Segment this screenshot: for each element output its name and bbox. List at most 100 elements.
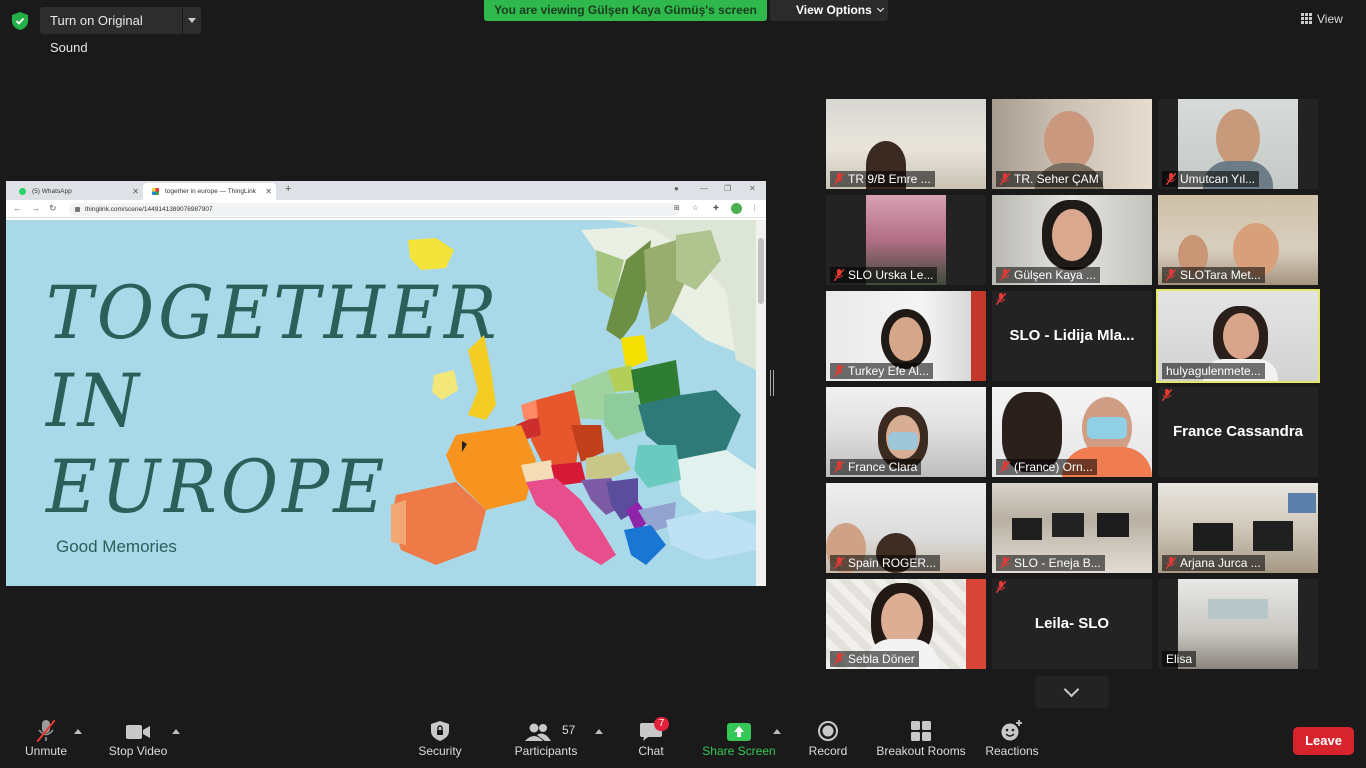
share-screen-button[interactable]: Share Screen xyxy=(700,714,778,768)
participant-tile[interactable]: Spain ROGER... xyxy=(826,483,986,573)
view-options-label: View Options xyxy=(796,3,872,17)
shared-screen[interactable]: (5) WhatsApp ✕ together in europe — Thin… xyxy=(6,181,766,586)
window-close-icon[interactable]: ✕ xyxy=(749,184,756,193)
participant-name: Gülşen Kaya ... xyxy=(996,267,1101,283)
extensions-icon[interactable]: ✚ xyxy=(713,204,719,212)
whatsapp-icon xyxy=(19,188,26,195)
muted-mic-icon xyxy=(1166,557,1176,569)
participant-name: hulyagulenmete... xyxy=(1162,363,1265,379)
audio-options-caret[interactable] xyxy=(74,729,82,734)
europe-map-image[interactable] xyxy=(376,220,756,586)
bookmark-star-icon[interactable]: ☆ xyxy=(692,204,698,212)
share-options-caret[interactable] xyxy=(773,729,781,734)
page-scrollbar[interactable] xyxy=(756,220,766,586)
reload-icon[interactable]: ↻ xyxy=(49,203,57,214)
encryption-shield-icon[interactable] xyxy=(12,12,28,30)
tab-label: (5) WhatsApp xyxy=(32,188,72,195)
view-button[interactable]: View xyxy=(1301,8,1357,30)
muted-mic-icon xyxy=(834,269,844,281)
participants-label: Participants xyxy=(514,744,578,758)
participant-name: Leila- SLO xyxy=(1034,615,1110,632)
breakout-rooms-button[interactable]: Breakout Rooms xyxy=(874,714,968,768)
browser-address-bar: ← → ↻ thinglink.com/scene/14491413890769… xyxy=(6,200,766,218)
lock-icon xyxy=(75,207,80,212)
profile-avatar-icon[interactable] xyxy=(731,203,742,214)
participant-name: Umutcan Yıl... xyxy=(1162,171,1260,187)
participant-tile[interactable]: TR. Seher ÇAM xyxy=(992,99,1152,189)
chat-label: Chat xyxy=(638,744,664,758)
profile-icon[interactable]: ● xyxy=(674,184,679,193)
participant-name: Spain ROGER... xyxy=(830,555,941,571)
muted-mic-icon xyxy=(1166,173,1176,185)
participant-tile[interactable]: SLO Urska Le... xyxy=(826,195,986,285)
muted-mic-icon xyxy=(36,719,56,743)
participant-name: Sebla Döner xyxy=(830,651,919,667)
video-camera-icon xyxy=(126,725,150,739)
new-tab-icon[interactable]: + xyxy=(285,183,291,195)
participant-name: TR 9/B Emre ... xyxy=(830,171,935,187)
muted-mic-icon xyxy=(834,461,844,473)
participant-name: SLO - Eneja B... xyxy=(996,555,1105,571)
forward-icon[interactable]: → xyxy=(31,203,40,213)
kebab-menu-icon[interactable]: ⋮ xyxy=(751,204,758,212)
leave-button[interactable]: Leave xyxy=(1293,727,1354,755)
participant-tile[interactable]: Arjana Jurca ... xyxy=(1158,483,1318,573)
record-button[interactable]: Record xyxy=(802,714,854,768)
translate-icon[interactable]: ⊞ xyxy=(674,204,680,212)
share-screen-label: Share Screen xyxy=(702,744,776,758)
participant-tile[interactable]: Umutcan Yıl... xyxy=(1158,99,1318,189)
url-text: thinglink.com/scene/1449141389076987907 xyxy=(85,206,213,213)
gallery-next-page-button[interactable] xyxy=(1035,676,1109,708)
participant-tile-no-video[interactable]: France Cassandra xyxy=(1158,387,1318,477)
participant-tile-no-video[interactable]: SLO - Lidija Mla... xyxy=(992,291,1152,381)
muted-mic-icon xyxy=(834,173,844,185)
maximize-icon[interactable]: ❐ xyxy=(724,184,731,193)
panel-splitter-handle[interactable] xyxy=(770,370,774,396)
participant-tile[interactable]: TR 9/B Emre ... xyxy=(826,99,986,189)
participant-tile[interactable]: (France) Orn... xyxy=(992,387,1152,477)
original-sound-button[interactable]: Turn on Original Sound xyxy=(40,7,182,55)
unmute-button[interactable]: Unmute xyxy=(18,714,74,768)
participant-tile[interactable]: Turkey Efe Al... xyxy=(826,291,986,381)
view-label: View xyxy=(1317,12,1343,26)
browser-tab-bar: (5) WhatsApp ✕ together in europe — Thin… xyxy=(6,181,766,200)
browser-tab-thinglink[interactable]: together in europe — ThingLink ✕ xyxy=(143,183,276,200)
participant-tile-no-video[interactable]: Leila- SLO xyxy=(992,579,1152,669)
meeting-toolbar: Unmute Stop Video Security 57 Participan… xyxy=(0,714,1366,768)
minimize-icon[interactable]: — xyxy=(700,184,708,193)
scrollbar-thumb[interactable] xyxy=(758,238,764,304)
breakout-rooms-icon xyxy=(911,721,931,741)
browser-tab-whatsapp[interactable]: (5) WhatsApp ✕ xyxy=(10,183,143,200)
original-sound-menu-caret[interactable] xyxy=(183,7,201,34)
muted-mic-icon xyxy=(1000,269,1010,281)
participants-options-caret[interactable] xyxy=(595,729,603,734)
muted-mic-icon xyxy=(1000,461,1010,473)
view-options-button[interactable]: View Options xyxy=(770,0,888,21)
chevron-down-icon xyxy=(876,4,884,13)
participant-name: France Cassandra xyxy=(1172,423,1304,440)
participants-button[interactable]: 57 Participants xyxy=(512,714,580,768)
participant-name: Arjana Jurca ... xyxy=(1162,555,1265,571)
participant-tile[interactable]: SLO - Eneja B... xyxy=(992,483,1152,573)
participant-tile[interactable]: SLOTara Met... xyxy=(1158,195,1318,285)
participant-tile-active-speaker[interactable]: hulyagulenmete... xyxy=(1156,289,1320,383)
stop-video-button[interactable]: Stop Video xyxy=(104,714,172,768)
participant-tile[interactable]: Elisa xyxy=(1158,579,1318,669)
participant-tile[interactable]: Gülşen Kaya ... xyxy=(992,195,1152,285)
close-icon[interactable]: ✕ xyxy=(132,183,139,200)
security-button[interactable]: Security xyxy=(410,714,470,768)
close-icon[interactable]: ✕ xyxy=(265,183,272,200)
url-field[interactable]: thinglink.com/scene/1449141389076987907 xyxy=(69,203,679,216)
muted-mic-icon xyxy=(996,293,1006,305)
title-line-3: EUROPE xyxy=(46,443,389,531)
participant-tile[interactable]: France Clara xyxy=(826,387,986,477)
thinglink-scene[interactable]: TOGETHER IN EUROPE Good Memories xyxy=(6,220,756,586)
participant-name: SLOTara Met... xyxy=(1162,267,1265,283)
record-label: Record xyxy=(808,744,848,758)
muted-mic-icon xyxy=(996,581,1006,593)
back-icon[interactable]: ← xyxy=(13,203,22,213)
video-options-caret[interactable] xyxy=(172,729,180,734)
participant-tile[interactable]: Sebla Döner xyxy=(826,579,986,669)
reactions-button[interactable]: Reactions xyxy=(984,714,1040,768)
chat-button[interactable]: 7 Chat xyxy=(630,714,672,768)
